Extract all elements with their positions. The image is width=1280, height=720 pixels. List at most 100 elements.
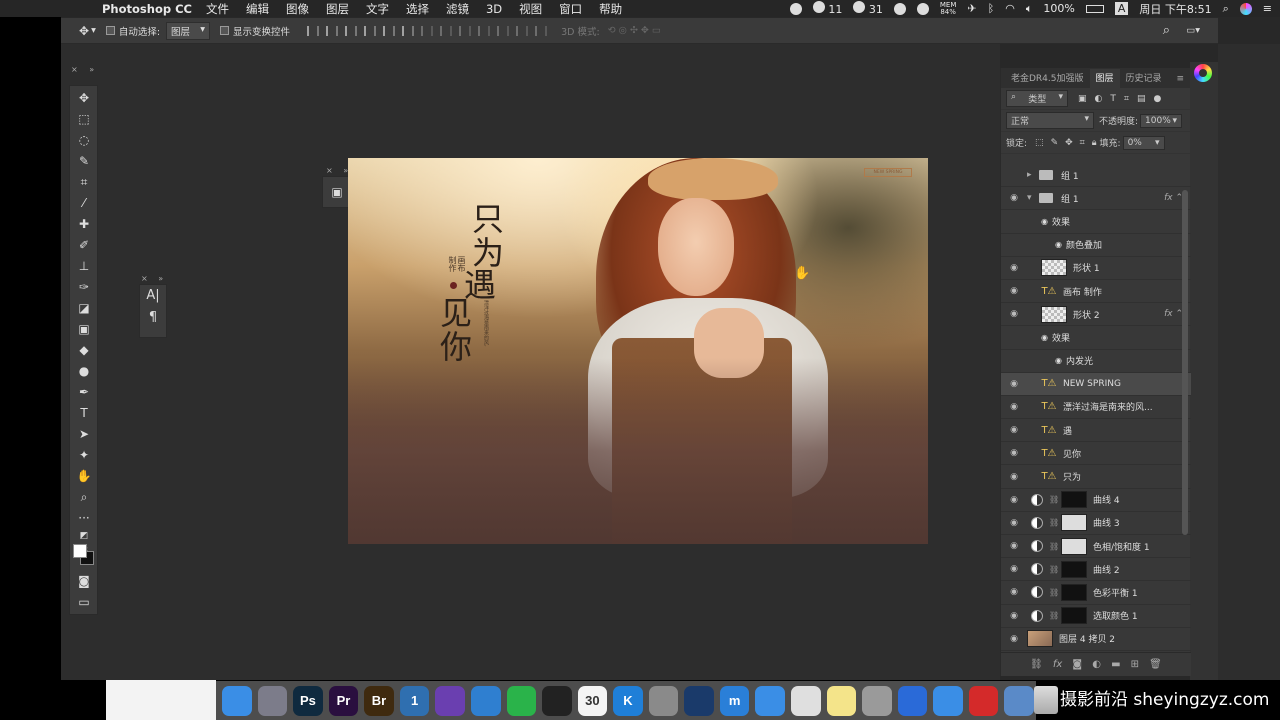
- panel-menu-icon[interactable]: ≡: [1176, 74, 1190, 88]
- layer-row[interactable]: ◉ T⚠ 只为: [1001, 465, 1191, 489]
- lock-transparent-icon[interactable]: ⬚: [1035, 138, 1044, 148]
- dock-app-uu[interactable]: [933, 685, 963, 716]
- more-tools-icon[interactable]: ···: [76, 511, 92, 525]
- dock-app-premiere[interactable]: Pr: [328, 685, 359, 716]
- fx-badge[interactable]: fx ⌃: [1164, 193, 1183, 203]
- adjustment-layer-icon[interactable]: ◐: [1092, 659, 1101, 670]
- bluetooth-icon[interactable]: ᛒ: [988, 2, 995, 15]
- lasso-tool-icon[interactable]: ◌: [76, 133, 92, 147]
- disclosure-chevron-icon[interactable]: ▸: [1027, 170, 1039, 180]
- layer-row[interactable]: ◉ T⚠ NEW SPRING: [1001, 372, 1191, 396]
- memory-status[interactable]: MEM 84%: [940, 1, 957, 16]
- layer-row[interactable]: ◉ 颜色叠加: [1001, 234, 1191, 257]
- trash-icon[interactable]: 🗑︎: [1149, 659, 1162, 670]
- trash-icon[interactable]: [1034, 686, 1058, 714]
- brush-tool-icon[interactable]: ✐: [76, 238, 92, 252]
- visibility-eye-icon[interactable]: ◉: [1001, 495, 1027, 505]
- auto-select-dropdown[interactable]: 图层 ▾: [166, 21, 211, 40]
- layers-scrollbar[interactable]: [1182, 190, 1188, 535]
- visibility-eye-icon[interactable]: ◉: [1001, 541, 1027, 551]
- visibility-eye-icon[interactable]: ◉: [1001, 286, 1027, 296]
- distribute-hcenter-icon[interactable]: [497, 25, 510, 36]
- volume-icon[interactable]: 🔈︎: [1026, 2, 1033, 16]
- menu-filter[interactable]: 滤镜: [446, 1, 469, 17]
- layer-row[interactable]: ◉ 形状 2 fx ⌃: [1001, 303, 1191, 327]
- layer-row[interactable]: ◉ 效果: [1001, 210, 1191, 234]
- visibility-eye-icon[interactable]: ◉: [1001, 379, 1027, 389]
- search-icon[interactable]: ⌕: [1163, 23, 1170, 38]
- collapse-icon[interactable]: »: [89, 65, 94, 74]
- fx-badge[interactable]: fx ⌃: [1164, 309, 1183, 319]
- effect-eye-icon[interactable]: ◉: [1055, 240, 1062, 249]
- dock-app-player[interactable]: [897, 685, 928, 716]
- shape-tool-icon[interactable]: ✦: [76, 448, 92, 462]
- input-method[interactable]: A: [1114, 2, 1129, 15]
- layer-row[interactable]: ◉ T⚠ 漂洋过海是南来的风...: [1001, 396, 1191, 420]
- layer-row[interactable]: ◉ T⚠ 遇: [1001, 419, 1191, 443]
- dock-app-qq[interactable]: [542, 685, 572, 716]
- layer-row[interactable]: ◉ 图层 4 拷贝 2: [1001, 628, 1191, 651]
- color-wheel-icon[interactable]: [1194, 64, 1212, 82]
- layer-row[interactable]: ◉ ▾ 组 1 fx ⌃: [1001, 187, 1191, 211]
- menu-3d[interactable]: 3D: [486, 2, 502, 16]
- distribute-left-icon[interactable]: [478, 25, 491, 36]
- align-bottom-icon[interactable]: [345, 25, 358, 36]
- align-right-icon[interactable]: [402, 25, 415, 36]
- menu-layer[interactable]: 图层: [326, 1, 349, 17]
- align-hcenter-icon[interactable]: [383, 25, 396, 36]
- show-transform-checkbox[interactable]: [220, 26, 230, 35]
- sync-icon[interactable]: [916, 2, 929, 15]
- distribute-bottom-icon[interactable]: [459, 25, 472, 36]
- menu-file[interactable]: 文件: [206, 1, 229, 17]
- 3d-orbit-icon[interactable]: ⟲ ◎ ✣ ✥ ▭: [608, 25, 661, 36]
- dock-app-preview[interactable]: [1004, 685, 1034, 716]
- history-brush-tool-icon[interactable]: ✑: [76, 280, 92, 294]
- quick-mask-icon[interactable]: ◙: [76, 574, 92, 588]
- menu-select[interactable]: 选择: [406, 1, 429, 17]
- opacity-field[interactable]: 100% ▾: [1140, 113, 1183, 128]
- dock-app-photoshop[interactable]: Ps: [293, 685, 323, 716]
- dock-app-calendar[interactable]: 30: [577, 685, 608, 716]
- dock-app-notes[interactable]: [826, 685, 857, 716]
- dock-app-system-prefs[interactable]: [648, 685, 679, 716]
- filter-kind-dropdown[interactable]: ⌕ 类型 ▾: [1006, 90, 1068, 107]
- eraser-tool-icon[interactable]: ◪: [76, 301, 92, 315]
- distribute-right-icon[interactable]: [516, 25, 529, 36]
- align-left-icon[interactable]: [364, 25, 377, 36]
- dock-app-baidu[interactable]: [470, 685, 501, 716]
- dock-app-chrome[interactable]: [791, 685, 821, 716]
- collapse-icon[interactable]: »: [158, 274, 163, 283]
- dock-app-netease-music[interactable]: [968, 685, 999, 716]
- dock-app-affinity[interactable]: [435, 685, 465, 716]
- lock-pixels-icon[interactable]: ✎: [1051, 138, 1059, 148]
- new-group-icon[interactable]: ▬: [1111, 659, 1120, 670]
- dock-app-finder[interactable]: [222, 685, 252, 716]
- close-icon[interactable]: ×: [326, 166, 333, 175]
- healing-brush-tool-icon[interactable]: ✚: [76, 217, 92, 231]
- chain-link-icon[interactable]: ⛓: [1049, 611, 1059, 620]
- eyedropper-tool-icon[interactable]: ⁄: [76, 196, 92, 210]
- tab-plugin[interactable]: 老金DR4.5加强版: [1005, 69, 1090, 88]
- layer-row[interactable]: ◉ 内发光: [1001, 350, 1191, 373]
- layer-row[interactable]: ▸ 组 1: [1001, 164, 1191, 188]
- gradient-tool-icon[interactable]: ▣: [76, 322, 92, 336]
- effect-eye-icon[interactable]: ◉: [1055, 356, 1062, 365]
- menu-image[interactable]: 图像: [286, 1, 309, 17]
- wifi-icon[interactable]: ◠: [1005, 2, 1015, 15]
- visibility-eye-icon[interactable]: ◉: [1001, 564, 1027, 574]
- foreground-color-swatch[interactable]: [73, 544, 87, 558]
- menu-window[interactable]: 窗口: [559, 1, 582, 17]
- hand-tool-icon[interactable]: ✋: [76, 469, 92, 483]
- menu-view[interactable]: 视图: [519, 1, 542, 17]
- chain-link-icon[interactable]: ⛓: [1049, 565, 1059, 574]
- visibility-eye-icon[interactable]: ◉: [1001, 472, 1027, 482]
- menu-type[interactable]: 文字: [366, 1, 389, 17]
- clock[interactable]: 周日 下午8:51: [1139, 1, 1211, 17]
- layer-row[interactable]: ◉ ⛓ 曲线 2: [1001, 558, 1191, 582]
- chevron-down-icon[interactable]: ▾: [91, 25, 96, 36]
- lock-artboard-icon[interactable]: ⌗: [1080, 138, 1085, 148]
- blur-tool-icon[interactable]: ◆: [76, 343, 92, 357]
- layer-row[interactable]: ◉ T⚠ 见你: [1001, 442, 1191, 466]
- dock-app-1password[interactable]: 1: [399, 685, 430, 716]
- fx-icon[interactable]: fx: [1053, 659, 1062, 670]
